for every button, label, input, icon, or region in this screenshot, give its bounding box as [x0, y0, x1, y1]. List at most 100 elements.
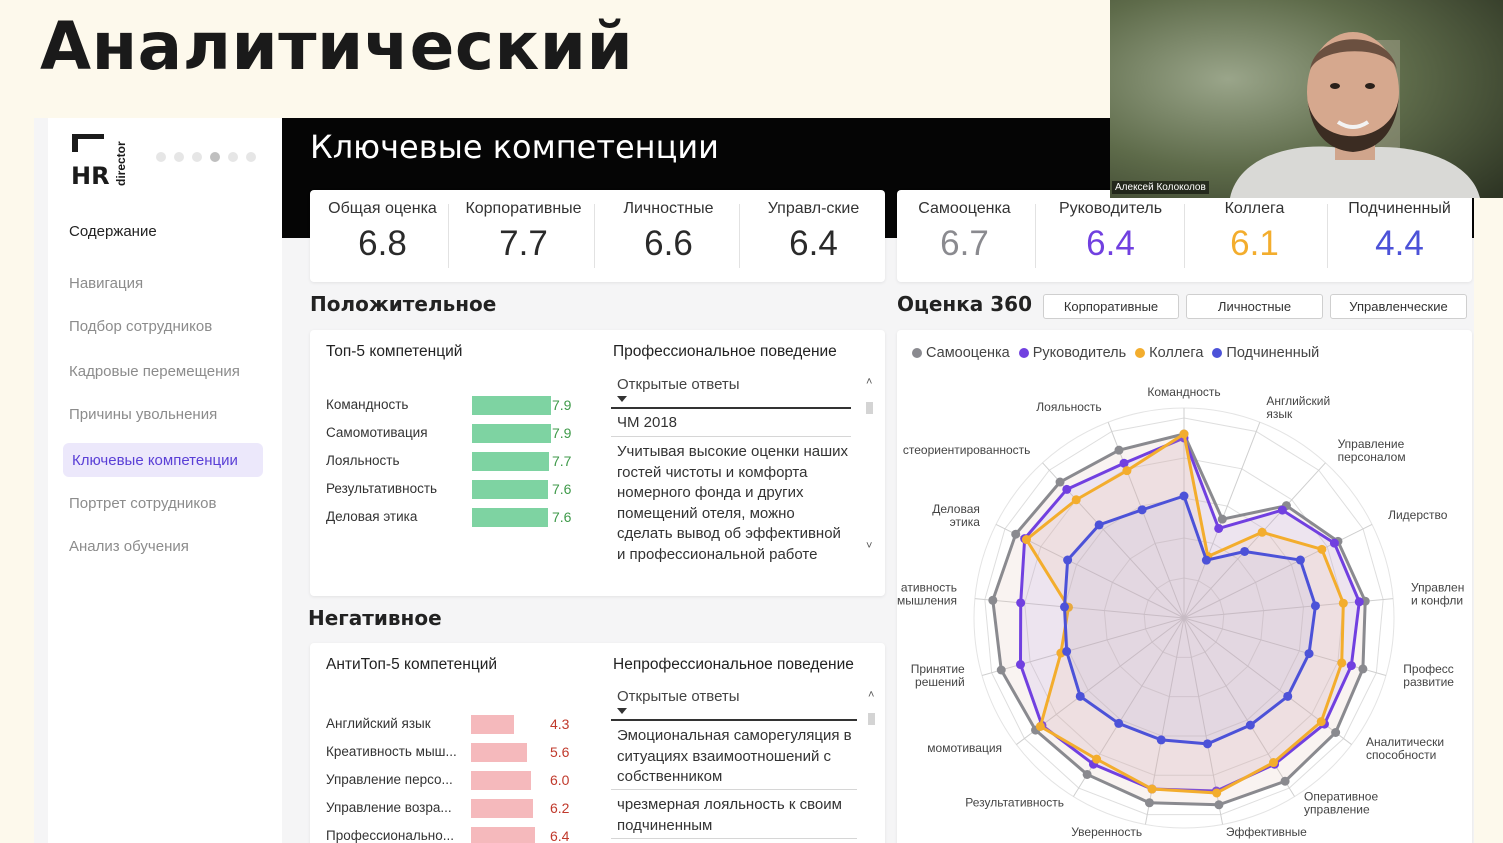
answers-dropdown[interactable]: Открытые ответы [617, 688, 740, 705]
radar-point [1015, 660, 1025, 670]
bar-value: 7.6 [552, 481, 572, 497]
radar-point [1114, 718, 1124, 728]
kpi-card-raters: Самооценка 6.7 Руководитель 6.4 Коллега … [897, 190, 1472, 282]
radar-point [1217, 514, 1227, 524]
radar-axis-label: момотивация [927, 741, 1002, 755]
bar[interactable] [472, 396, 551, 415]
nav-item-employee-portrait[interactable]: Портрет сотрудников [63, 486, 263, 520]
radar-point [1179, 491, 1189, 501]
legend-item-subordinate[interactable]: Подчиненный [1212, 345, 1319, 361]
page-dot[interactable] [192, 152, 202, 162]
nav-item-training-analysis[interactable]: Анализ обучения [63, 529, 263, 563]
participant-name: Алексей Колоколов [1112, 181, 1209, 194]
svg-text:director: director [114, 141, 128, 186]
radar-point [996, 665, 1006, 675]
bar-value: 6.2 [550, 800, 570, 816]
dropdown-arrow-icon[interactable] [617, 708, 627, 714]
radar-point [1055, 477, 1065, 487]
bar[interactable] [471, 715, 514, 734]
filter-personal-button[interactable]: Личностные [1186, 294, 1323, 319]
radar-point [1114, 445, 1124, 455]
bar[interactable] [471, 743, 527, 762]
kpi-value: 6.4 [789, 224, 838, 263]
radar-axis-label: Оперативное управление [1304, 790, 1378, 817]
scroll-down-icon[interactable]: ˅ [866, 540, 872, 552]
radar-axis-label: Уверенность [1071, 825, 1142, 839]
bar[interactable] [472, 480, 548, 499]
radar-point [1082, 769, 1092, 779]
legend-item-manager[interactable]: Руководитель [1018, 345, 1126, 361]
radar-legend: Самооценка Руководитель Коллега Подчинен… [912, 345, 1319, 361]
radar-axis-label: Принятие решений [911, 662, 965, 689]
hr-director-logo: HR director [70, 132, 130, 190]
bar[interactable] [471, 827, 535, 843]
radar-point [1075, 691, 1085, 701]
radar-axis-label: Управление персоналом [1338, 437, 1406, 464]
bar-value: 5.6 [550, 744, 570, 760]
nav-item-dismissal-reasons[interactable]: Причины увольнения [63, 397, 263, 431]
kpi-self: Самооценка 6.7 [892, 200, 1037, 264]
radar-point [1295, 555, 1305, 565]
kpi-personal: Личностные 6.6 [596, 200, 741, 264]
bar-value: 7.6 [552, 509, 572, 525]
nav-item-key-competencies[interactable]: Ключевые компетенции [63, 443, 263, 477]
scrollbar-thumb[interactable] [866, 402, 873, 414]
kpi-corporate: Корпоративные 7.7 [451, 200, 596, 264]
radar-point [1277, 505, 1287, 515]
radar-point [1317, 544, 1327, 554]
behavior-title: Профессиональное поведение [613, 343, 837, 360]
bar[interactable] [472, 452, 549, 471]
slide-title: Аналитический [40, 8, 634, 85]
page-dot[interactable] [228, 152, 238, 162]
bar-label: Лояльность [326, 453, 400, 468]
legend-item-self[interactable]: Самооценка [912, 345, 1010, 361]
page-dot[interactable] [156, 152, 166, 162]
radar-point [1137, 505, 1147, 515]
filter-corporate-button[interactable]: Корпоративные [1043, 294, 1179, 319]
radar-point [1337, 658, 1347, 668]
kpi-value: 6.6 [644, 224, 693, 263]
bar[interactable] [472, 424, 551, 443]
radar-point [1016, 598, 1026, 608]
radar-chart: Командность Английский язык Управление персо… [897, 385, 1464, 839]
bar[interactable] [471, 771, 531, 790]
bar-label: Профессионально... [326, 828, 454, 843]
page-dot[interactable] [246, 152, 256, 162]
nav-item-navigation[interactable]: Навигация [63, 266, 263, 300]
legend-item-colleague[interactable]: Коллега [1135, 345, 1203, 361]
bar[interactable] [472, 508, 548, 527]
kpi-value: 6.1 [1230, 224, 1279, 263]
bar[interactable] [471, 799, 533, 818]
page-dot[interactable] [174, 152, 184, 162]
kpi-label: Коллега [1224, 200, 1285, 217]
radar-axis-label: стеориентированность [903, 443, 1031, 457]
bar-label: Управление персо... [326, 772, 453, 787]
radar-point [1283, 691, 1293, 701]
scrollbar-thumb[interactable] [868, 713, 875, 725]
answer-item: Эмоциональная саморегуляция в ситуациях … [617, 727, 852, 785]
webcam-video [1110, 0, 1503, 198]
radar-point [1201, 555, 1211, 565]
nav-item-recruitment[interactable]: Подбор сотрудников [63, 309, 263, 343]
radar-point [1011, 529, 1021, 539]
nav-item-transfers[interactable]: Кадровые перемещения [63, 354, 263, 388]
page-dot-active[interactable] [210, 152, 220, 162]
dropdown-arrow-icon[interactable] [617, 396, 627, 402]
answer-item: Учитывая высокие оценки наших гостей чис… [617, 443, 849, 563]
kpi-label: Общая оценка [328, 200, 437, 217]
filter-managerial-button[interactable]: Управленческие [1330, 294, 1467, 319]
bar-label: Управление возра... [326, 800, 452, 815]
antitop5-title: АнтиТоп-5 компетенций [326, 656, 498, 673]
kpi-label: Самооценка [918, 200, 1011, 217]
kpi-card-scores: Общая оценка 6.8 Корпоративные 7.7 Лично… [310, 190, 885, 282]
radar-axis-label: Эффективные [1226, 825, 1307, 839]
radar-point [1122, 466, 1132, 476]
radar-section-title: Оценка 360 [897, 292, 1032, 316]
radar-axis-label: Деловая этика [932, 502, 980, 529]
bar-value: 7.7 [552, 453, 572, 469]
scroll-up-icon[interactable]: ˄ [866, 376, 872, 388]
nav-heading[interactable]: Содержание [69, 223, 157, 240]
radar-point [1071, 495, 1081, 505]
answers-dropdown[interactable]: Открытые ответы [617, 376, 740, 393]
scroll-up-icon[interactable]: ˄ [868, 689, 874, 701]
